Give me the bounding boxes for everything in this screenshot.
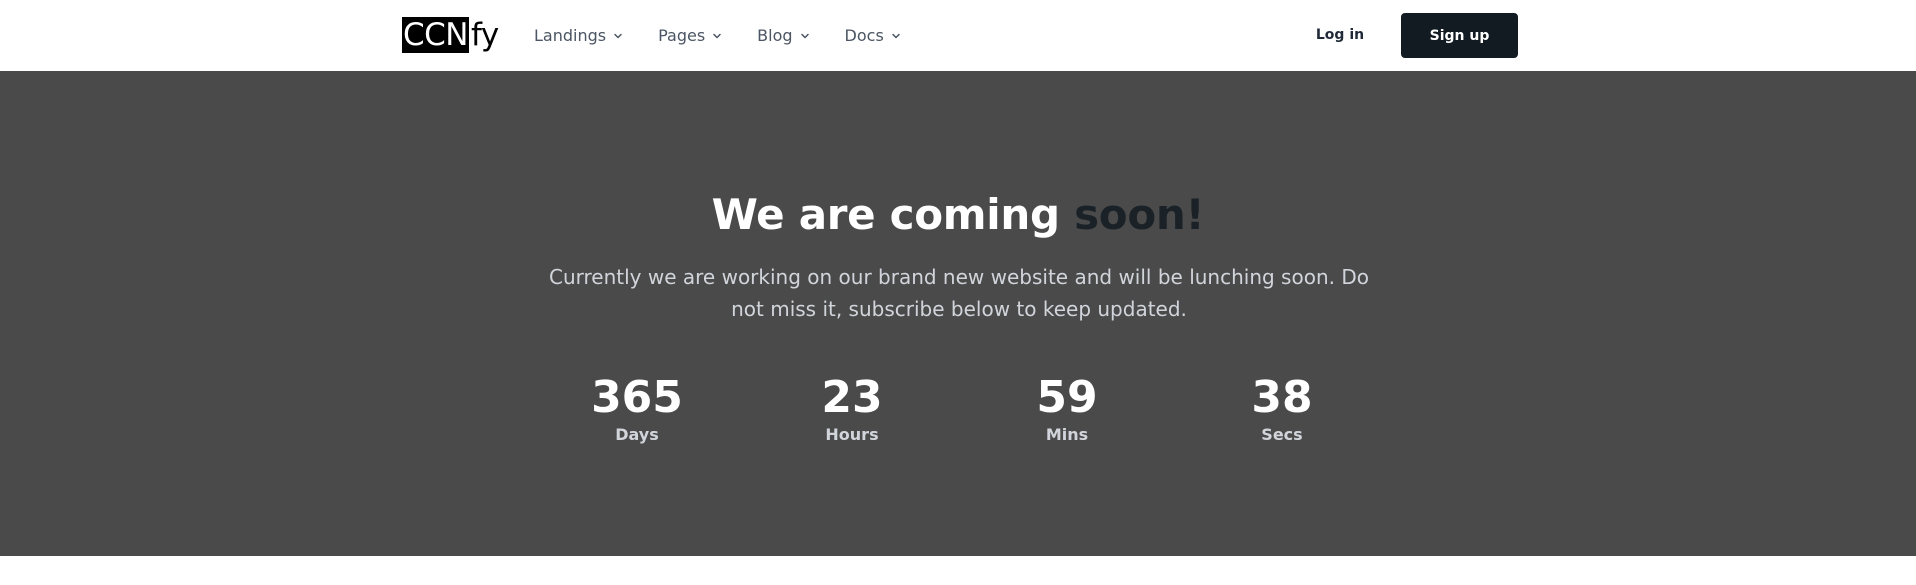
countdown-hours: 23 Hours [772,372,932,446]
nav-item-label: Docs [844,26,884,45]
hero-title-accent: soon! [1074,190,1205,239]
top-navbar: CCN fy Landings Pages Blog Docs Log in S… [0,0,1916,71]
signup-button[interactable]: Sign up [1401,13,1518,58]
logo-text: fy [470,17,499,53]
chevron-down-icon [799,30,811,42]
hero-bottom-curve [0,500,1916,585]
countdown-value: 38 [1251,372,1313,423]
chevron-down-icon [890,30,902,42]
chevron-down-icon [612,30,624,42]
nav-item-docs[interactable]: Docs [845,26,902,45]
chevron-down-icon [711,30,723,42]
logo-boxed-text: CCN [402,17,469,53]
countdown-value: 365 [591,372,683,423]
nav-item-blog[interactable]: Blog [757,26,810,45]
countdown-secs: 38 Secs [1202,372,1362,446]
countdown-value: 23 [821,372,883,423]
brand-logo[interactable]: CCN fy [402,17,499,53]
nav-item-label: Landings [534,26,607,45]
countdown-value: 59 [1036,372,1098,423]
countdown-label: Days [615,425,659,444]
nav-item-landings[interactable]: Landings [534,26,624,45]
countdown-label: Hours [825,425,879,444]
nav-item-label: Blog [757,26,793,45]
main-nav: Landings Pages Blog Docs [534,0,936,71]
nav-item-pages[interactable]: Pages [658,26,723,45]
hero-title: We are coming soon! [0,190,1916,239]
countdown-mins: 59 Mins [987,372,1147,446]
countdown-label: Mins [1045,425,1089,444]
nav-item-label: Pages [658,26,706,45]
login-button[interactable]: Log in [1300,13,1380,57]
countdown-label: Secs [1261,425,1303,444]
countdown-days: 365 Days [557,372,717,446]
hero-subtitle: Currently we are working on our brand ne… [549,265,1369,321]
hero-title-main: We are coming [711,190,1075,239]
countdown-timer: 365 Days 23 Hours 59 Mins 38 Secs [0,372,1916,452]
